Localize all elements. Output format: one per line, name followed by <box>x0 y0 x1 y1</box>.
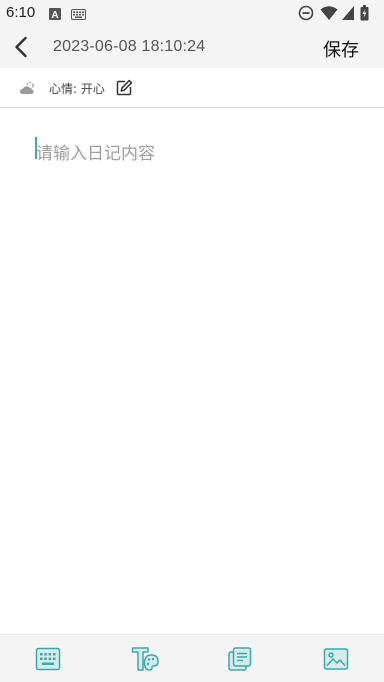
text-style-tool-button[interactable] <box>131 646 159 672</box>
pencil-edit-icon[interactable] <box>116 79 133 101</box>
diary-content-input[interactable]: 请输入日记内容 <box>35 137 365 617</box>
mood-label: 心情: 开心 <box>49 82 105 96</box>
mood-bar: 心情: 开心 <box>0 68 384 108</box>
status-bar: 6:10 A <box>0 0 384 26</box>
save-button[interactable]: 保存 <box>323 36 359 62</box>
back-button[interactable] <box>10 35 34 59</box>
status-time: 6:10 <box>6 4 36 21</box>
wifi-icon <box>320 6 338 20</box>
notes-stack-icon <box>228 647 252 671</box>
keyboard-icon <box>71 7 86 25</box>
template-tool-button[interactable] <box>227 646 253 672</box>
diary-date-time[interactable]: 2023-06-08 18:10:24 <box>53 38 205 56</box>
bottom-toolbar <box>0 634 384 682</box>
content-placeholder: 请输入日记内容 <box>36 144 155 164</box>
keyboard-tool-button[interactable] <box>35 646 61 672</box>
keyboard-icon <box>35 647 61 671</box>
svg-text:A: A <box>51 10 58 20</box>
app-bar: 2023-06-08 18:10:24 保存 <box>0 26 384 68</box>
battery-icon <box>360 5 369 21</box>
image-tool-button[interactable] <box>323 646 349 672</box>
cloudy-icon[interactable] <box>19 81 37 100</box>
a-box-icon: A <box>49 7 61 25</box>
chevron-left-icon <box>15 36 27 58</box>
status-icons <box>298 5 378 21</box>
text-palette-icon <box>131 647 159 671</box>
image-icon <box>323 648 349 670</box>
signal-icon <box>342 6 354 20</box>
dnd-icon <box>298 5 314 21</box>
